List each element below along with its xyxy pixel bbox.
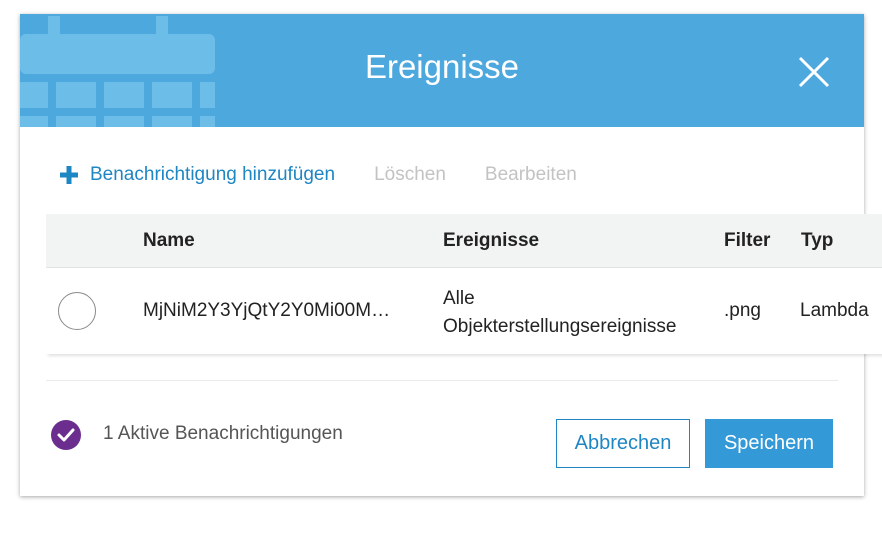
events-dialog: Ereignisse Benachrichtigung hinzufügen L… (20, 14, 882, 496)
notifications-table: Name Ereignisse Filter Typ MjNiM2Y3YjQtY… (46, 214, 882, 354)
plus-icon (60, 166, 78, 184)
row-events: Alle Objekterstellungsereignisse (443, 285, 676, 341)
close-button[interactable] (794, 52, 834, 92)
edit-button[interactable]: Bearbeiten (485, 164, 577, 186)
row-filter: .png (724, 300, 761, 321)
column-header-events: Ereignisse (443, 230, 540, 251)
table-row[interactable]: MjNiM2Y3YjQtY2Y0Mi00M… Alle Objekterstel… (46, 268, 882, 354)
row-events-line2: Objekterstellungsereignisse (443, 316, 677, 337)
footer-divider (46, 380, 838, 381)
close-icon (798, 56, 830, 88)
row-events-line1: Alle (443, 288, 475, 309)
delete-button[interactable]: Löschen (374, 164, 446, 186)
save-button[interactable]: Speichern (705, 419, 833, 468)
cancel-button[interactable]: Abbrechen (556, 419, 690, 468)
dialog-title: Ereignisse (364, 48, 520, 85)
active-notifications-status: 1 Aktive Benachrichtigungen (103, 423, 343, 444)
add-notification-label: Benachrichtigung hinzufügen (90, 164, 336, 185)
add-notification-button[interactable]: Benachrichtigung hinzufügen (60, 164, 335, 186)
column-header-name: Name (143, 230, 195, 251)
dialog-header: Ereignisse (20, 14, 864, 127)
column-header-type: Typ (801, 230, 834, 251)
row-type: Lambda (800, 300, 869, 321)
column-header-filter: Filter (724, 230, 771, 251)
table-header: Name Ereignisse Filter Typ (46, 214, 882, 268)
row-select-radio[interactable] (58, 292, 96, 330)
row-name: MjNiM2Y3YjQtY2Y0Mi00M… (143, 300, 391, 321)
toolbar: Benachrichtigung hinzufügen Löschen Bear… (60, 162, 577, 188)
check-circle-icon (51, 420, 81, 450)
